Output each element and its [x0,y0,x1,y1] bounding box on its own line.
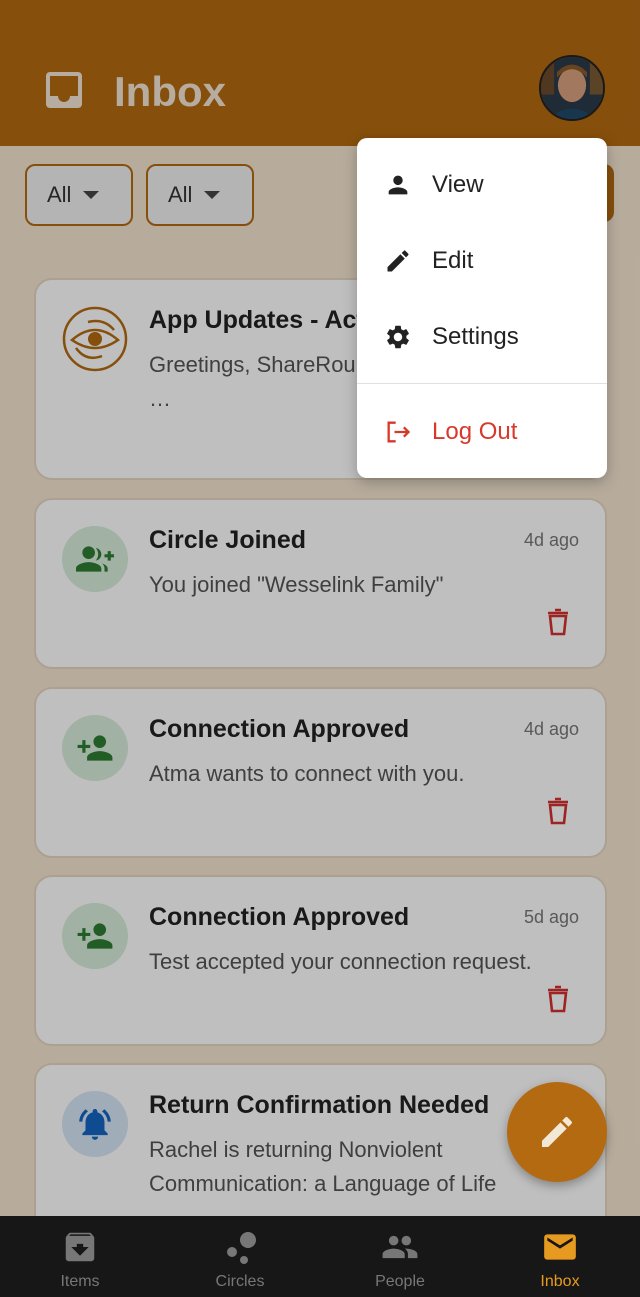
nav-label: People [375,1273,425,1290]
nav-items[interactable]: Items [0,1216,160,1297]
gear-icon [387,325,409,349]
nav-label: Circles [215,1273,265,1290]
menu-item-label: Edit [432,247,474,274]
menu-item-settings[interactable]: Settings [357,307,607,367]
menu-item-edit[interactable]: Edit [357,231,607,291]
compose-button[interactable] [507,1082,607,1182]
nav-label: Inbox [540,1273,580,1290]
people-icon [382,1235,418,1259]
nav-label: Items [60,1273,100,1290]
menu-divider [357,383,607,384]
menu-item-logout[interactable]: Log Out [357,402,607,462]
pencil-icon [542,1116,573,1147]
logout-icon [387,421,411,443]
profile-menu: View Edit Settings Log Out [357,138,607,478]
menu-item-label: Settings [432,323,519,350]
pencil-icon [387,250,409,272]
menu-item-label: Log Out [432,418,518,445]
archive-box-icon [65,1232,95,1262]
nav-circles[interactable]: Circles [160,1216,320,1297]
bottom-nav: Items Circles People Inbox [0,1216,640,1297]
circles-icon [227,1232,256,1264]
mail-icon [544,1234,576,1260]
menu-item-view[interactable]: View [357,155,607,215]
nav-inbox[interactable]: Inbox [480,1216,640,1297]
nav-people[interactable]: People [320,1216,480,1297]
person-icon [388,175,408,195]
menu-item-label: View [432,171,484,198]
